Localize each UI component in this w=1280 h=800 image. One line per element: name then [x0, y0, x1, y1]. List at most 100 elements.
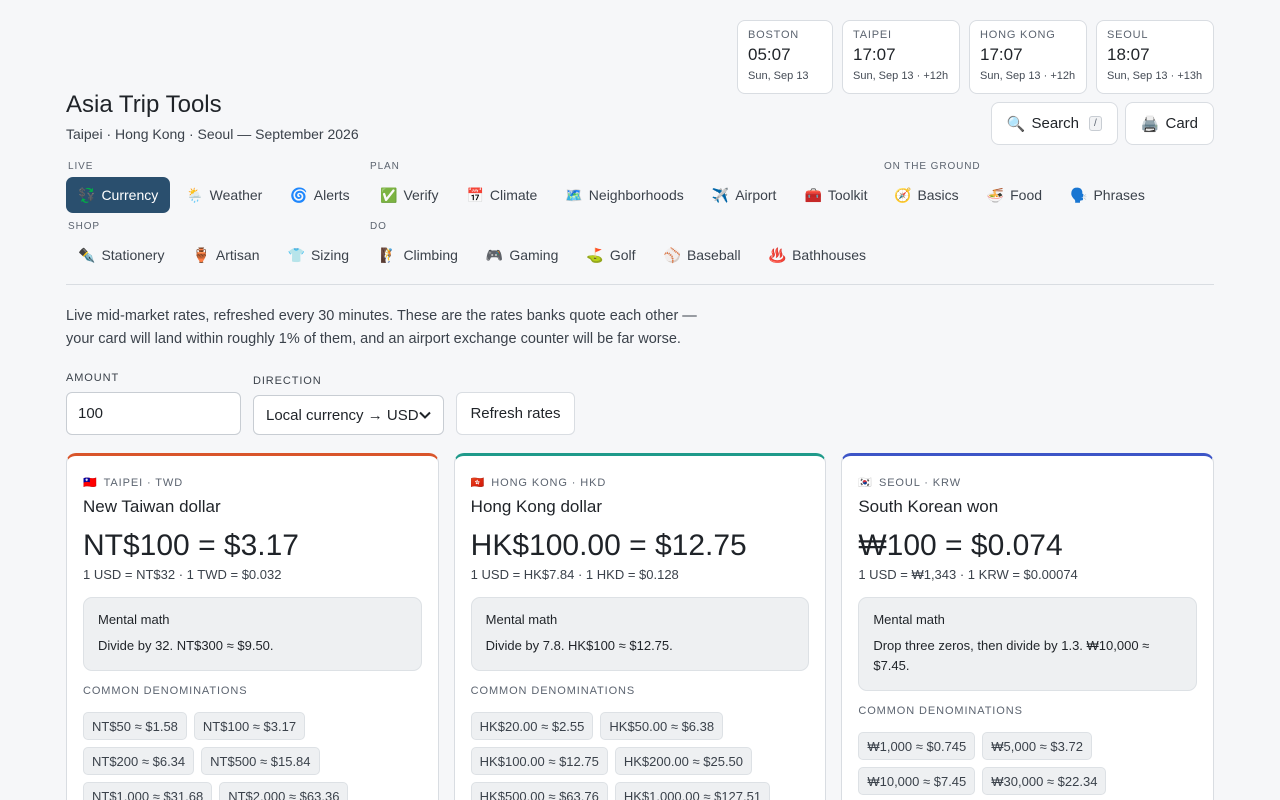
- tab-food[interactable]: 🍜 Food: [975, 177, 1054, 213]
- clock-time: 17:07: [980, 45, 1023, 64]
- print-card-button[interactable]: 🖨️ Card: [1124, 102, 1214, 145]
- mental-math-box: Mental math Drop three zeros, then divid…: [858, 597, 1198, 691]
- nav-group-live: LIVE 💱 Currency 🌦️ Weather 🌀 Alerts: [66, 161, 362, 213]
- denominations-label: COMMON DENOMINATIONS: [83, 685, 248, 697]
- card-tag-label: HONG KONG · HKD: [491, 476, 607, 489]
- clock-seoul: SEOUL 18:07 Sun, Sep 13 · +13h: [1096, 20, 1214, 94]
- check-icon: ✅: [380, 186, 398, 203]
- currency-card-krw: 🇰🇷 SEOUL · KRW South Korean won ₩100 = $…: [841, 453, 1215, 800]
- tab-climbing[interactable]: 🧗 Climbing: [368, 237, 470, 273]
- card-tag-label: TAIPEI · TWD: [103, 476, 184, 489]
- tab-phrases[interactable]: 🗣️ Phrases: [1058, 177, 1157, 213]
- tab-label: Toolkit: [827, 187, 868, 203]
- currency-name: New Taiwan dollar: [83, 497, 221, 516]
- mental-math-text: Divide by 32. NT$300 ≈ $9.50.: [98, 638, 274, 653]
- nav-group-do: DO 🧗 Climbing 🎮 Gaming ⛳ Golf ⚾ Baseball…: [368, 221, 878, 273]
- card-tag: 🇹🇼 TAIPEI · TWD: [83, 476, 422, 490]
- tab-weather[interactable]: 🌦️ Weather: [174, 177, 274, 213]
- hong-kong-flag-icon: 🇭🇰: [470, 477, 486, 489]
- denomination-chip: HK$20.00 ≈ $2.55: [470, 712, 594, 740]
- hot-springs-icon: ♨️: [768, 246, 787, 263]
- tab-label: Baseball: [686, 247, 741, 263]
- conversion-result: HK$100.00 = $12.75: [470, 529, 747, 562]
- tab-label: Bathhouses: [792, 247, 867, 263]
- denomination-chip: HK$200.00 ≈ $25.50: [614, 747, 753, 775]
- map-icon: 🗺️: [565, 186, 583, 203]
- calendar-icon: 📅: [466, 186, 484, 203]
- denomination-chip: NT$500 ≈ $15.84: [201, 747, 320, 775]
- exchange-rate-detail: 1 USD = ₩1,343 · 1 KRW = $0.00074: [858, 567, 1078, 582]
- tab-artisan[interactable]: 🏺 Artisan: [180, 237, 271, 273]
- nav-group-on-the-ground: ON THE GROUND 🧭 Basics 🍜 Food 🗣️ Phrases: [882, 161, 1157, 213]
- clock-city: HONG KONG: [980, 29, 1056, 41]
- denomination-chip: ₩1,000 ≈ $0.745: [858, 732, 976, 760]
- clock-taipei: TAIPEI 17:07 Sun, Sep 13 · +12h: [842, 20, 960, 94]
- intro-text: Live mid-market rates, refreshed every 3…: [66, 308, 697, 347]
- clock-time: 05:07: [748, 45, 791, 64]
- mental-math-text: Drop three zeros, then divide by 1.3. ₩1…: [873, 638, 1150, 673]
- search-button[interactable]: 🔍 Search /: [990, 102, 1118, 145]
- clock-boston: BOSTON 05:07 Sun, Sep 13: [737, 20, 833, 94]
- currency-cards: 🇹🇼 TAIPEI · TWD New Taiwan dollar NT$100…: [66, 453, 1215, 800]
- direction-label: DIRECTION: [253, 375, 322, 387]
- conversion-result: ₩100 = $0.074: [858, 529, 1063, 562]
- mental-math-title: Mental math: [485, 612, 558, 627]
- clock-time: 18:07: [1107, 45, 1150, 64]
- tab-golf[interactable]: ⛳ Golf: [574, 237, 647, 273]
- currency-name: Hong Kong dollar: [470, 497, 603, 516]
- clock-city: BOSTON: [748, 29, 800, 41]
- denomination-chip: NT$1,000 ≈ $31.68: [83, 782, 213, 800]
- tab-bathhouses[interactable]: ♨️ Bathhouses: [757, 237, 878, 273]
- tab-stationery[interactable]: ✒️ Stationery: [66, 237, 176, 273]
- print-card-label: Card: [1165, 115, 1198, 132]
- gamepad-icon: 🎮: [485, 246, 504, 263]
- tab-label: Gaming: [509, 247, 559, 263]
- taiwan-flag-icon: 🇹🇼: [83, 477, 98, 489]
- denomination-chip: HK$50.00 ≈ $6.38: [600, 712, 724, 740]
- tab-sizing[interactable]: 👕 Sizing: [276, 237, 362, 273]
- amount-input[interactable]: [66, 392, 241, 435]
- currency-name: South Korean won: [858, 497, 999, 516]
- search-button-label: Search: [1031, 115, 1080, 132]
- nav-group-label: SHOP: [68, 221, 100, 232]
- tab-airport[interactable]: ✈️ Airport: [700, 177, 789, 213]
- tab-gaming[interactable]: 🎮 Gaming: [474, 237, 570, 273]
- tab-alerts[interactable]: 🌀 Alerts: [278, 177, 361, 213]
- denomination-chip: ₩5,000 ≈ $3.72: [982, 732, 1092, 760]
- denomination-chip: ₩30,000 ≈ $22.34: [982, 767, 1107, 795]
- climber-icon: 🧗: [380, 246, 398, 263]
- tab-climate[interactable]: 📅 Climate: [454, 177, 549, 213]
- denomination-chip: NT$200 ≈ $6.34: [83, 747, 195, 775]
- tab-label: Artisan: [215, 247, 260, 263]
- compass-icon: 🧭: [894, 186, 912, 203]
- tab-label: Climate: [489, 187, 538, 203]
- chevron-down-icon: [419, 411, 431, 419]
- tab-baseball[interactable]: ⚾ Baseball: [652, 237, 753, 273]
- noodle-bowl-icon: 🍜: [986, 186, 1005, 203]
- exchange-rate-detail: 1 USD = HK$7.84 · 1 HKD = $0.128: [470, 567, 679, 582]
- refresh-rates-button[interactable]: Refresh rates: [456, 392, 575, 435]
- south-korea-flag-icon: 🇰🇷: [858, 477, 873, 489]
- search-icon: 🔍: [1006, 115, 1026, 133]
- tab-verify[interactable]: ✅ Verify: [368, 177, 450, 213]
- tab-label: Verify: [403, 187, 439, 203]
- denominations-list: ₩1,000 ≈ $0.745 ₩5,000 ≈ $3.72 ₩10,000 ≈…: [858, 732, 1197, 795]
- tab-neighborhoods[interactable]: 🗺️ Neighborhoods: [553, 177, 695, 213]
- conversion-result: NT$100 = $3.17: [83, 529, 299, 562]
- currency-card-twd: 🇹🇼 TAIPEI · TWD New Taiwan dollar NT$100…: [66, 453, 439, 800]
- clock-date: Sun, Sep 13 · +13h: [1107, 70, 1203, 82]
- nav-group-plan: PLAN ✅ Verify 📅 Climate 🗺️ Neighborhoods…: [368, 161, 880, 213]
- tab-toolkit[interactable]: 🧰 Toolkit: [792, 177, 879, 213]
- page-subtitle: Taipei · Hong Kong · Seoul — September 2…: [66, 126, 359, 142]
- denomination-chip: ₩10,000 ≈ $7.45: [858, 767, 976, 795]
- tab-label: Food: [1010, 187, 1043, 203]
- denomination-chip: HK$1,000.00 ≈ $127.51: [614, 782, 771, 800]
- tab-basics[interactable]: 🧭 Basics: [882, 177, 971, 213]
- tab-currency[interactable]: 💱 Currency: [66, 177, 171, 213]
- denominations-list: NT$50 ≈ $1.58 NT$100 ≈ $3.17 NT$200 ≈ $6…: [83, 712, 422, 800]
- pen-nib-icon: ✒️: [78, 246, 96, 263]
- direction-select[interactable]: Local currency → USD: [253, 395, 444, 435]
- direction-selected-value: Local currency → USD: [266, 406, 419, 424]
- clock-city: SEOUL: [1107, 29, 1149, 41]
- tab-label: Weather: [209, 187, 263, 203]
